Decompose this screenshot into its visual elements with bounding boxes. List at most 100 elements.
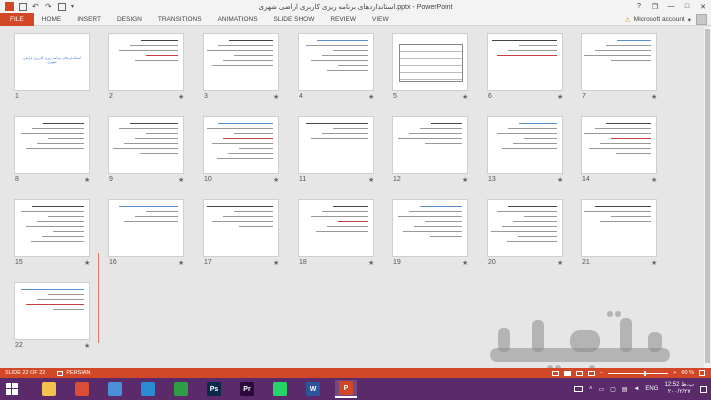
save-icon[interactable] (19, 2, 27, 11)
slide-thumbnail[interactable]: استانداردهای برنامه ریزی کاربری اراضی شه… (14, 33, 90, 91)
animation-star-icon[interactable]: ★ (368, 259, 374, 267)
volume-icon[interactable]: ◄ (633, 386, 639, 392)
chevron-up-icon[interactable]: ˄ (589, 386, 593, 392)
taskbar-premiere-button[interactable]: Pr (236, 380, 258, 398)
taskbar-file-explorer-button[interactable] (38, 380, 60, 398)
taskbar-photoshop-button[interactable]: Ps (203, 380, 225, 398)
minimize-button[interactable]: — (663, 0, 679, 13)
tab-file[interactable]: FILE (0, 12, 34, 26)
zoom-in-button[interactable]: + (673, 370, 676, 376)
slide-thumbnail[interactable] (487, 116, 563, 174)
taskbar-settings-button[interactable] (137, 380, 159, 398)
slide-thumbnail[interactable] (392, 116, 468, 174)
taskbar-chrome-button[interactable] (71, 380, 93, 398)
notification-icon[interactable]: ▢ (610, 386, 616, 393)
zoom-slider-thumb[interactable] (644, 370, 647, 376)
slide-thumbnail[interactable] (14, 199, 90, 257)
clock[interactable]: 12:52 ب.ظ ۲۰۰/۲/۲۷ (664, 382, 694, 396)
account-menu[interactable]: ⚠ Microsoft account ▾ (625, 13, 691, 26)
slide-thumbnail[interactable] (581, 199, 657, 257)
tab-design[interactable]: DESIGN (109, 13, 150, 26)
input-language[interactable]: ENG (645, 386, 658, 392)
slide-thumbnail[interactable] (581, 116, 657, 174)
action-center-icon[interactable] (700, 385, 707, 393)
tab-slide-show[interactable]: SLIDE SHOW (266, 13, 323, 26)
close-button[interactable]: ✕ (695, 0, 711, 13)
fit-to-window-icon[interactable] (699, 370, 705, 376)
taskbar-calculator-button[interactable] (170, 380, 192, 398)
animation-star-icon[interactable]: ★ (84, 259, 90, 267)
slide-thumbnail[interactable] (14, 116, 90, 174)
tab-animations[interactable]: ANIMATIONS (210, 13, 266, 26)
animation-star-icon[interactable]: ★ (178, 93, 184, 101)
slide-thumbnail[interactable] (108, 116, 184, 174)
tab-insert[interactable]: INSERT (69, 13, 109, 26)
slide-thumbnail[interactable] (203, 116, 279, 174)
animation-star-icon[interactable]: ★ (651, 93, 657, 101)
slide-thumbnail[interactable] (14, 282, 90, 340)
animation-star-icon[interactable]: ★ (368, 176, 374, 184)
animation-star-icon[interactable]: ★ (651, 176, 657, 184)
keyboard-icon[interactable] (573, 386, 583, 392)
windows-start-button[interactable] (4, 381, 20, 397)
reading-view-icon[interactable] (576, 370, 584, 376)
customize-qat-icon[interactable]: ▾ (71, 3, 79, 11)
animation-star-icon[interactable]: ★ (368, 93, 374, 101)
normal-view-icon[interactable] (552, 370, 560, 376)
ribbon-display-options-button[interactable]: ❐ (647, 0, 663, 13)
animation-star-icon[interactable]: ★ (462, 93, 468, 101)
animation-star-icon[interactable]: ★ (273, 93, 279, 101)
animation-star-icon[interactable]: ★ (557, 176, 563, 184)
slide-thumbnail[interactable] (298, 33, 374, 91)
zoom-controls: − + 60 % (552, 368, 705, 378)
redo-icon[interactable]: ↷ (45, 2, 53, 11)
slideshow-view-icon[interactable] (588, 370, 596, 376)
slide-thumbnail[interactable] (108, 33, 184, 91)
animation-star-icon[interactable]: ★ (84, 342, 90, 350)
tab-review[interactable]: REVIEW (322, 13, 364, 26)
animation-star-icon[interactable]: ★ (462, 259, 468, 267)
zoom-level[interactable]: 60 % (681, 370, 694, 376)
slide-thumbnail[interactable] (487, 33, 563, 91)
usb-icon[interactable]: ▭ (598, 386, 604, 393)
slide-thumbnail[interactable] (392, 33, 468, 91)
animation-star-icon[interactable]: ★ (178, 176, 184, 184)
slide-thumbnail[interactable] (298, 116, 374, 174)
maximize-button[interactable]: □ (679, 0, 695, 13)
slide-thumbnail[interactable] (203, 199, 279, 257)
taskbar-powerpoint-button[interactable]: P (335, 380, 357, 398)
help-button[interactable]: ? (631, 0, 647, 13)
start-from-beginning-icon[interactable] (58, 2, 66, 11)
animation-star-icon[interactable]: ★ (84, 176, 90, 184)
animation-star-icon[interactable]: ★ (557, 259, 563, 267)
slide-thumbnail[interactable] (581, 33, 657, 91)
slide-thumbnail[interactable] (298, 199, 374, 257)
avatar[interactable] (696, 14, 707, 25)
animation-star-icon[interactable]: ★ (462, 176, 468, 184)
slide-thumbnail[interactable] (203, 33, 279, 91)
slide-text-line (141, 40, 178, 41)
taskbar-explorer-window-button[interactable] (104, 380, 126, 398)
slide-thumbnail[interactable] (487, 199, 563, 257)
animation-star-icon[interactable]: ★ (273, 176, 279, 184)
tab-transitions[interactable]: TRANSITIONS (150, 13, 210, 26)
slide-thumbnail[interactable] (392, 199, 468, 257)
taskbar-word-button[interactable]: W (302, 380, 324, 398)
taskbar-whatsapp-button[interactable] (269, 380, 291, 398)
zoom-out-button[interactable]: − (600, 370, 603, 376)
network-icon[interactable]: ▤ (622, 386, 628, 393)
animation-star-icon[interactable]: ★ (651, 259, 657, 267)
language-indicator[interactable]: PERSIAN (57, 370, 91, 376)
scrollbar-thumb[interactable] (705, 29, 710, 363)
slide-title: استانداردهای برنامه ریزی کاربری اراضی شه… (22, 56, 82, 64)
proofing-icon (57, 370, 64, 376)
tab-home[interactable]: HOME (34, 13, 70, 26)
slide-sorter-view-icon[interactable] (564, 370, 572, 376)
animation-star-icon[interactable]: ★ (273, 259, 279, 267)
zoom-slider[interactable] (608, 370, 669, 376)
undo-icon[interactable]: ↶ (32, 2, 40, 11)
slide-thumbnail[interactable] (108, 199, 184, 257)
tab-view[interactable]: VIEW (364, 13, 397, 26)
animation-star-icon[interactable]: ★ (178, 259, 184, 267)
animation-star-icon[interactable]: ★ (557, 93, 563, 101)
